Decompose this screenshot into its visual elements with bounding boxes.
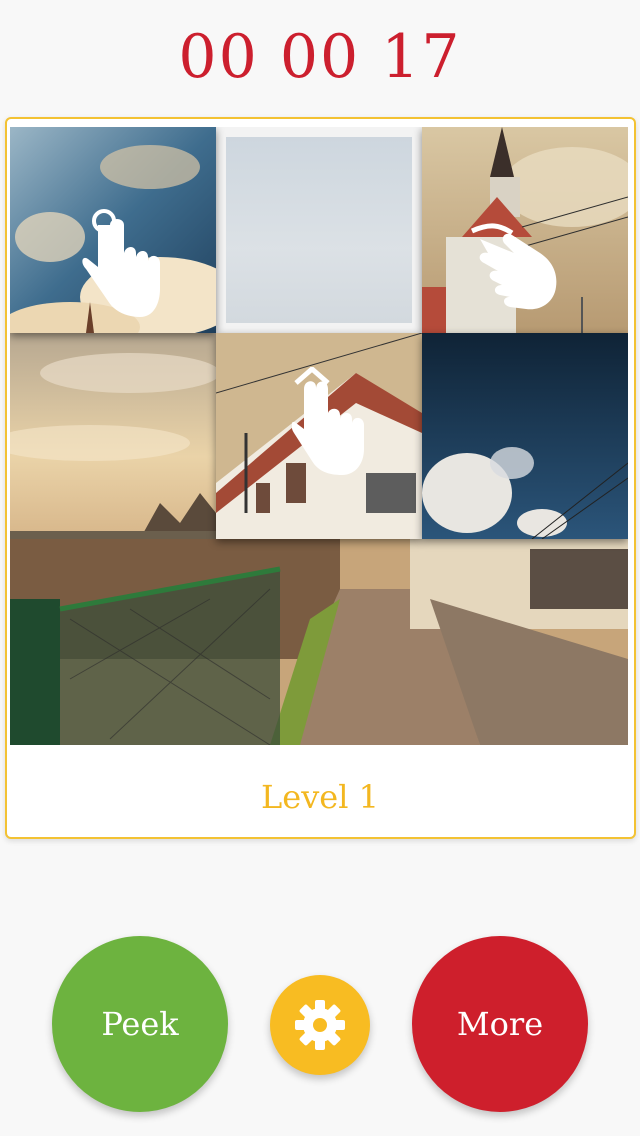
puzzle-tile[interactable]	[10, 539, 628, 745]
puzzle-board	[10, 127, 628, 745]
more-button[interactable]: More	[412, 936, 588, 1112]
tap-hand-icon	[82, 209, 160, 317]
puzzle-tile[interactable]	[10, 333, 216, 539]
empty-slot[interactable]	[216, 127, 422, 333]
game-timer: 00 00 17	[178, 22, 462, 92]
gear-icon	[295, 1000, 345, 1050]
peek-button-label: Peek	[101, 1005, 179, 1043]
swipe-up-hand-icon	[292, 367, 364, 475]
settings-button[interactable]	[270, 975, 370, 1075]
puzzle-tile[interactable]	[422, 333, 628, 539]
peek-button[interactable]: Peek	[52, 936, 228, 1112]
more-button-label: More	[456, 1005, 544, 1043]
level-label: Level 1	[261, 778, 379, 816]
swipe-left-hand-icon	[470, 223, 557, 310]
